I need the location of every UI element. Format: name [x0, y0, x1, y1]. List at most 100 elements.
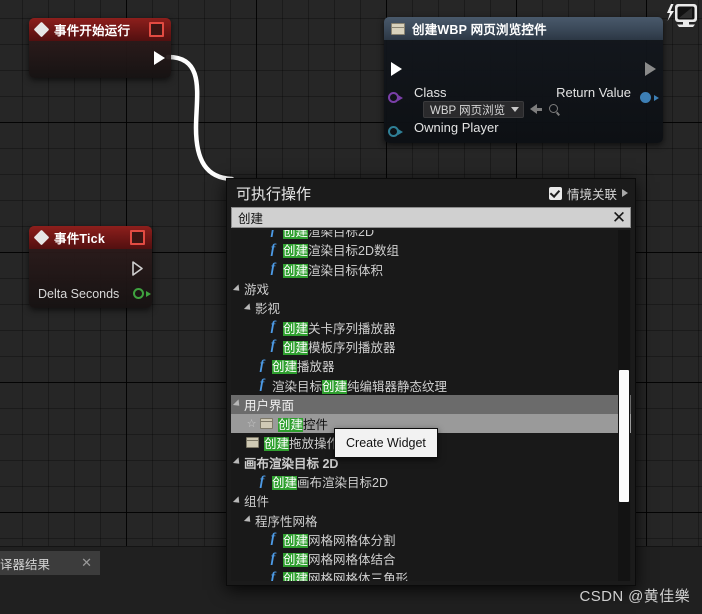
item-label: 创建网格网格体结合 [283, 553, 396, 568]
item-label: 创建播放器 [272, 360, 335, 375]
context-sensitive-label: 情境关联 [566, 187, 617, 202]
stop-square-icon [130, 230, 145, 245]
delta-seconds-pin[interactable] [133, 288, 144, 299]
exec-out-pin[interactable] [131, 261, 147, 277]
tooltip-create-widget: Create Widget [334, 428, 438, 458]
expander-triangle-icon[interactable] [243, 303, 254, 313]
actions-menu-panel[interactable]: 可执行操作 情境关联 ✕ f创建渲染目标2Df创建渲染目标2D数组f创建渲染目标… [226, 178, 636, 586]
search-input[interactable] [232, 208, 608, 227]
actions-list-item[interactable]: f 创建渲染目标体积 [231, 260, 631, 279]
return-value-pin[interactable] [640, 92, 651, 103]
play-in-editor-monitor-icon[interactable] [662, 1, 700, 35]
search-match-highlight: 创建 [283, 321, 309, 336]
close-icon[interactable]: ✕ [81, 555, 92, 571]
node-body-event-tick: Delta Seconds [29, 249, 152, 308]
exec-in-pin[interactable] [391, 62, 402, 76]
search-match-highlight: 创建 [283, 340, 309, 355]
pin-label-class: Class [414, 85, 447, 100]
scrollbar-thumb[interactable] [619, 370, 629, 502]
pin-label-return-value: Return Value [556, 85, 631, 100]
expander-triangle-icon[interactable] [232, 283, 243, 294]
actions-list-category[interactable]: 影视 [231, 298, 631, 317]
search-match-highlight: 创建 [283, 533, 309, 548]
function-icon: f [259, 473, 265, 489]
function-icon: f [259, 357, 265, 373]
actions-list-item[interactable]: f 创建模板序列播放器 [231, 337, 631, 356]
class-pin-arrow [398, 95, 403, 101]
category-label: 画布渲染目标 2D [244, 456, 339, 471]
expander-triangle-icon[interactable] [243, 515, 254, 525]
watermark: CSDN @黄佳樂 [579, 588, 690, 605]
search-match-highlight: 创建 [283, 263, 309, 278]
actions-list[interactable]: f 创建渲染目标2D f 创建渲染目标2D数组 f 创建渲染目标体积 游戏 影视 f 创建关卡序列… [231, 230, 631, 581]
node-header-event-begin-play[interactable]: 事件开始运行 [29, 18, 171, 41]
class-dropdown-value: WBP 网页浏览 [430, 104, 506, 117]
search-match-highlight: 创建 [322, 379, 348, 394]
class-dropdown[interactable]: WBP 网页浏览 [423, 101, 525, 118]
node-title: 事件开始运行 [54, 24, 131, 38]
pin-label-owning-player: Owning Player [414, 120, 499, 135]
search-match-highlight: 创建 [283, 230, 309, 240]
actions-list-category[interactable]: 组件 [231, 491, 631, 510]
actions-list-scrollbar[interactable] [618, 230, 630, 581]
actions-list-item[interactable]: f 创建关卡序列播放器 [231, 317, 631, 336]
actions-list-item[interactable]: f 创建网格网格体分割 [231, 530, 631, 549]
actions-list-item[interactable]: f 创建渲染目标2D [231, 230, 631, 240]
widget-icon [246, 437, 259, 449]
chevron-right-icon[interactable] [622, 189, 628, 197]
function-icon: f [270, 319, 276, 335]
context-sensitive-toggle[interactable]: 情境关联 [548, 184, 628, 203]
node-header-event-tick[interactable]: 事件Tick [29, 226, 152, 249]
category-label: 影视 [255, 302, 281, 317]
exec-out-pin[interactable] [154, 51, 165, 65]
item-label: 创建渲染目标2D数组 [283, 244, 399, 259]
function-icon: f [270, 230, 276, 238]
tab-label: 译器结果 [0, 557, 51, 572]
node-title: 创建WBP 网页浏览控件 [412, 23, 547, 37]
node-header-create-wbp[interactable]: 创建WBP 网页浏览控件 [384, 17, 663, 40]
category-label: 游戏 [244, 283, 270, 298]
item-label: 创建拖放操作 [264, 437, 340, 452]
browse-to-asset-icon[interactable] [530, 104, 537, 114]
actions-list-item[interactable]: f 创建播放器 [231, 356, 631, 375]
search-row[interactable]: ✕ [231, 207, 631, 228]
search-match-highlight: 创建 [272, 476, 298, 490]
event-diamond-icon [33, 21, 50, 38]
item-label: 创建渲染目标体积 [283, 263, 384, 278]
actions-list-item[interactable]: f 创建画布渲染目标2D [231, 472, 631, 491]
search-match-highlight: 创建 [283, 572, 309, 581]
checkbox-checked-icon[interactable] [548, 186, 562, 200]
actions-list-item[interactable]: f 创建网格网格体结合 [231, 549, 631, 568]
search-match-highlight: 创建 [264, 437, 290, 452]
actions-list-item[interactable]: f 渲染目标创建纯编辑器静态纹理 [231, 375, 631, 394]
search-match-highlight: 创建 [272, 360, 298, 375]
actions-list-item[interactable]: f 创建渲染目标2D数组 [231, 240, 631, 259]
actions-list-category[interactable]: 游戏 [231, 279, 631, 298]
tab-compiler-results[interactable]: 译器结果 ✕ [0, 551, 100, 575]
function-icon: f [270, 241, 276, 257]
widget-icon [391, 22, 405, 35]
function-icon: f [270, 531, 276, 547]
function-icon: f [270, 569, 276, 581]
expander-triangle-icon[interactable] [232, 457, 243, 467]
item-label: 创建画布渲染目标2D [272, 476, 388, 490]
actions-list-category[interactable]: 用户界面 [231, 394, 631, 414]
tooltip-text: Create Widget [346, 436, 426, 450]
category-label: 程序性网格 [255, 514, 318, 529]
function-icon: f [270, 550, 276, 566]
favorite-star-icon[interactable]: ☆ [246, 417, 257, 430]
widget-icon [260, 418, 273, 430]
node-title: 事件Tick [54, 232, 105, 246]
exec-out-pin[interactable] [645, 62, 656, 76]
actions-list-item[interactable]: f 创建网格网格体三角形 [231, 568, 631, 581]
node-event-tick[interactable]: 事件Tick Delta Seconds [29, 226, 152, 308]
node-create-wbp-widget[interactable]: 创建WBP 网页浏览控件 Class WBP 网页浏览 Owning Playe… [384, 17, 663, 143]
search-asset-icon[interactable] [549, 104, 558, 113]
item-label: 创建网格网格体分割 [283, 533, 396, 548]
expander-triangle-icon[interactable] [232, 496, 243, 506]
actions-list-category[interactable]: 程序性网格 [231, 510, 631, 529]
expander-triangle-icon[interactable] [232, 399, 243, 409]
clear-search-icon[interactable]: ✕ [608, 208, 630, 227]
node-body-event-begin-play [29, 41, 171, 78]
node-event-begin-play[interactable]: 事件开始运行 [29, 18, 171, 78]
